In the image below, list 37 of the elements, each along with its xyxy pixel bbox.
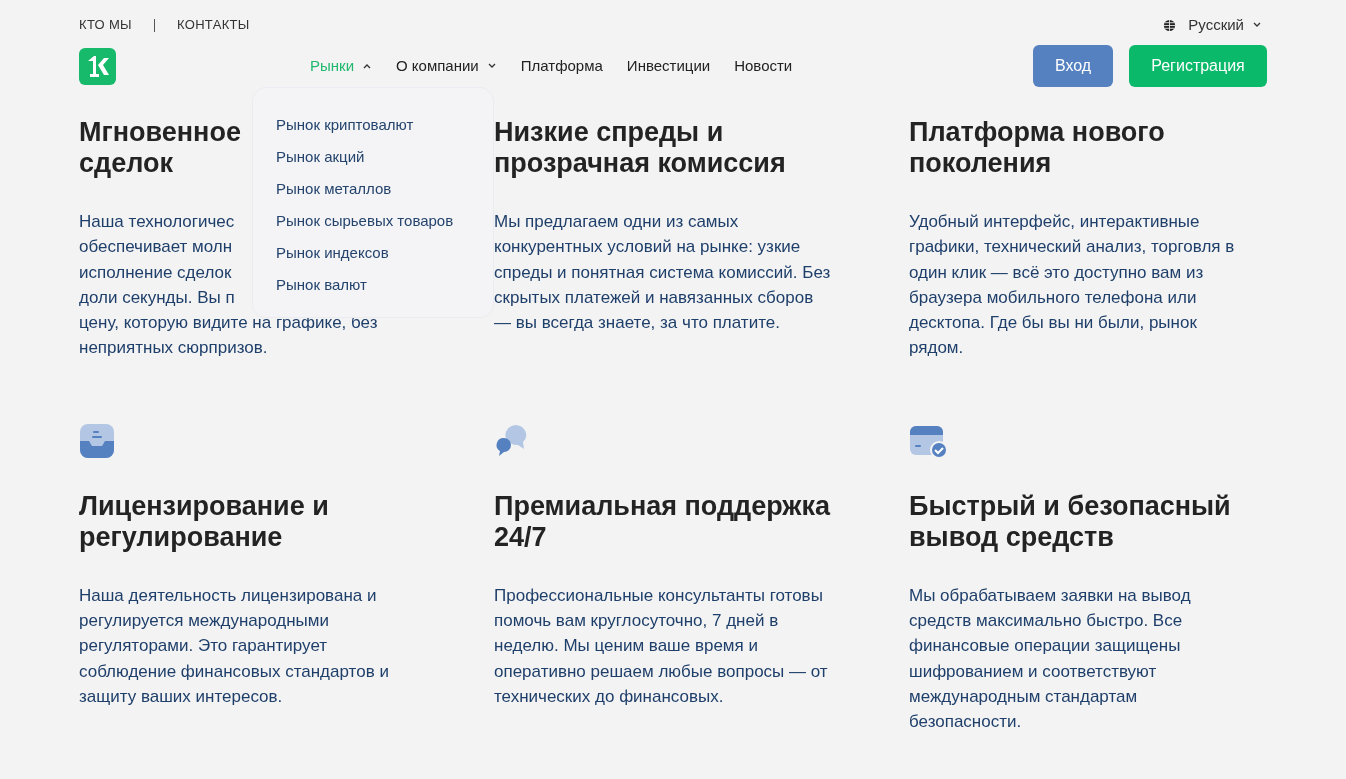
language-selector[interactable]: Русский <box>1163 13 1262 37</box>
top-link[interactable]: КТО МЫ <box>79 15 132 35</box>
nav-link[interactable]: Инвестиции <box>626 54 711 78</box>
feature-title: Мгновенное <box>79 117 241 148</box>
chevron-icon <box>1252 22 1262 28</box>
feature-title: сделок <box>79 148 173 179</box>
dropdown-item[interactable]: Рынок акций <box>276 145 365 167</box>
chevron-icon <box>486 63 497 69</box>
feature-description: Мы обрабатываем заявки на вывод средств максимально быстро. Все финансовые операции защищены шифрованием и соответствуют международным стандартам безопасности. <box>909 584 1192 734</box>
login-button[interactable]: Вход <box>1033 45 1113 87</box>
logo[interactable] <box>79 47 116 85</box>
dropdown-item[interactable]: Рынок индексов <box>276 241 389 263</box>
chevron-icon <box>362 63 372 69</box>
nav-link[interactable]: О компании <box>396 54 497 78</box>
feature-description: Удобный интерфейс, интерактивные графики, технический анализ, торговля в один клик — всё это доступно вам из браузера мобильного телефона или десктопа. Где бы вы ни были, рынок рядом. <box>909 211 1236 360</box>
feature-description: Наша деятельность лицензирована и регулируется международными регуляторами. Это гарантирует соблюдение финансовых стандартов и защиту ваших интересов. <box>79 584 390 708</box>
feature-title: Платформа нового поколения <box>909 117 1166 179</box>
dropdown-item[interactable]: Рынок металлов <box>276 177 392 199</box>
feature-title: Лицензирование и регулирование <box>79 490 330 553</box>
feature-description: Профессиональные консультанты готовы помочь вам круглосуточно, 7 дней в неделю. Мы ценим ваше время и оперативно решаем любые вопросы — от технических до финансовых. <box>494 584 829 708</box>
feature-title: Низкие спреды и прозрачная комиссия <box>494 117 787 179</box>
dropdown-item[interactable]: Рынок сырьевых товаров <box>276 209 454 231</box>
feature-description: обеспечивает молн <box>79 236 233 259</box>
feature-title: Быстрый и безопасный вывод средств <box>909 490 1232 553</box>
nav-link[interactable]: Новости <box>734 54 793 78</box>
globe-icon <box>1163 18 1177 32</box>
feature-description: неприятных сюрпризов. <box>79 337 268 360</box>
top-link[interactable]: КОНТАКТЫ <box>176 15 250 35</box>
feature-title: Премиальная поддержка 24/7 <box>494 490 832 553</box>
inbox-icon <box>79 422 115 459</box>
nav-link[interactable]: Платформа <box>520 54 603 78</box>
dropdown-item[interactable]: Рынок криптовалют <box>276 113 414 135</box>
dropdown-item[interactable]: Рынок валют <box>276 273 367 295</box>
feature-description: Мы предлагаем одни из самых конкурентных условий на рынке: узкие спреды и понятная система комиссий. Без скрытых платежей и навязанных сборов — вы всегда знаете, за что платите. <box>494 211 832 335</box>
feature-description: исполнение сделок <box>79 261 232 284</box>
feature-description: доли секунды. Вы п <box>79 286 235 309</box>
feature-description: Наша технологичес <box>79 211 235 233</box>
